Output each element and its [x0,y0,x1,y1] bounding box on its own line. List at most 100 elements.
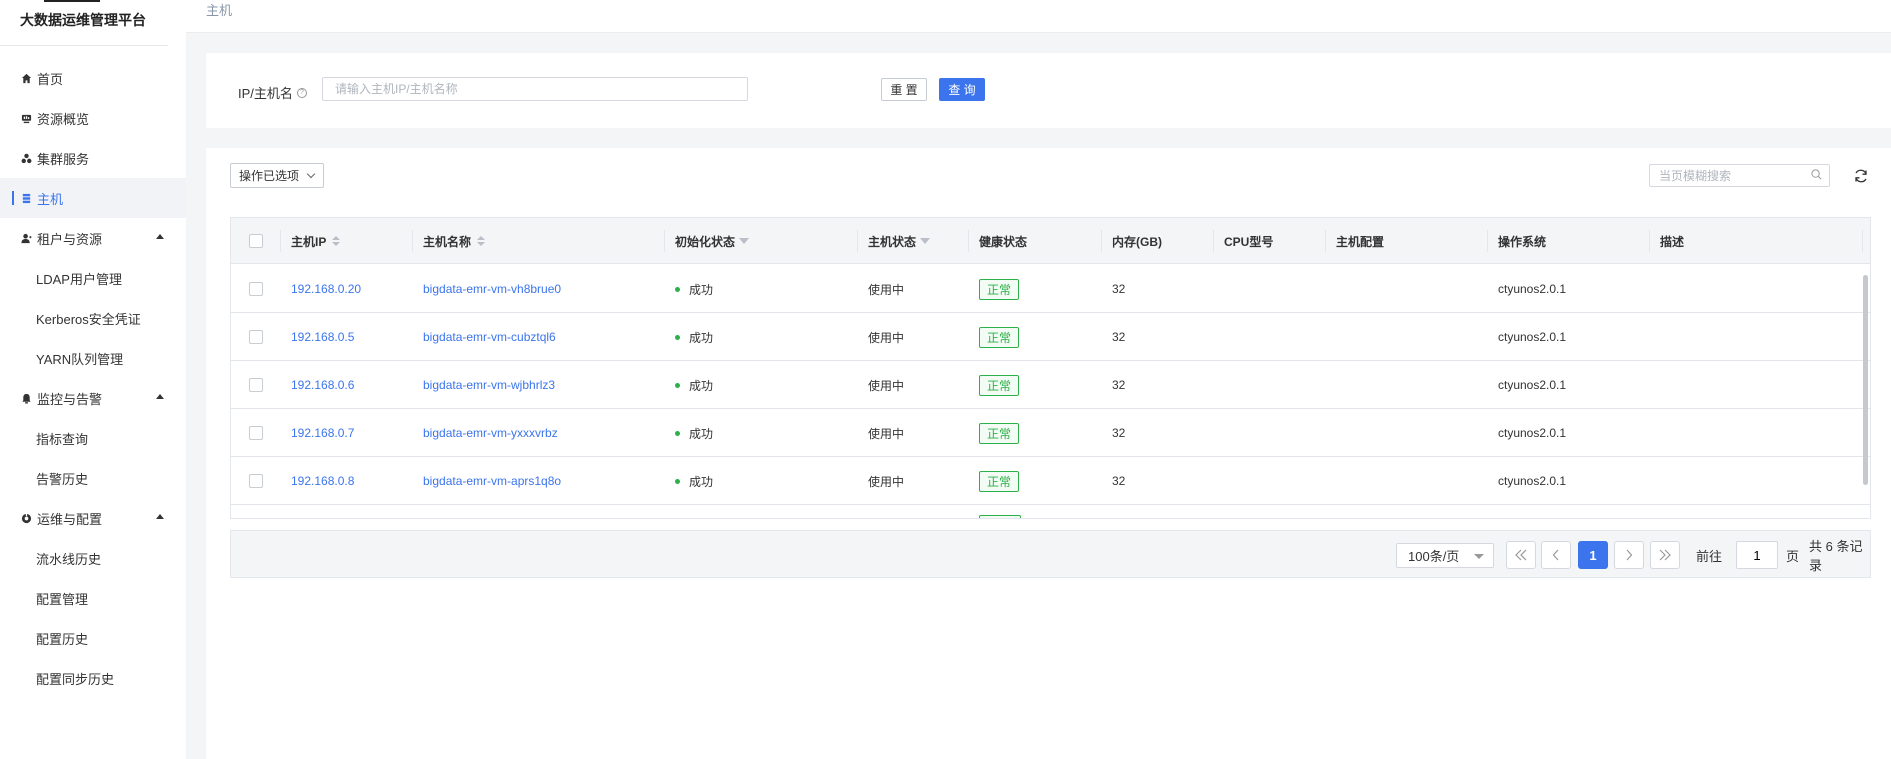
sidebar-item-pipeline-history[interactable]: 流水线历史 [0,538,186,578]
query-button[interactable]: 查 询 [939,78,985,101]
health-cell: 正常 [969,409,1020,457]
page-button-current[interactable]: 1 [1578,541,1608,569]
hostname-link[interactable]: bigdata-emr-vm-wjbhrlz3 [413,361,555,409]
init-status-text: 成功 [689,330,714,345]
host-status-cell: 使用中 [868,474,905,489]
sidebar-item-tenant-resource[interactable]: 租户与资源 [0,218,186,258]
column-header-label: 主机状态 [868,234,917,249]
host-ip-link[interactable]: 192.168.0.6 [281,361,354,409]
goto-page-input[interactable] [1736,541,1778,569]
row-checkbox[interactable] [249,282,263,296]
sidebar-item-label: 首页 [37,71,64,87]
row-checkbox[interactable] [249,378,263,392]
first-page-button[interactable] [1506,541,1536,569]
init-status-cell: 成功 [665,457,713,505]
sidebar-item-ldap-user[interactable]: LDAP用户管理 [0,258,186,298]
hostname-link[interactable]: bigdata-emr-vm-cubztql6 [413,313,556,361]
sidebar-item-kerberos[interactable]: Kerberos安全凭证 [0,298,186,338]
column-header-ip[interactable]: 主机IP [281,218,413,264]
sidebar-item-yarn-queue[interactable]: YARN队列管理 [0,338,186,378]
row-checkbox[interactable] [249,474,263,488]
column-header-init-status[interactable]: 初始化状态 [665,218,858,264]
page-size-select[interactable]: 100条/页 [1396,543,1494,568]
hostname-link[interactable]: bigdata-emr-vm-yxxxvrbz [413,409,558,457]
sidebar-item-metric-query[interactable]: 指标查询 [0,418,186,458]
memory-cell: 32 [1112,426,1126,440]
table-row: 192.168.0.6 bigdata-emr-vm-wjbhrlz3 成功 使… [231,361,1870,409]
caret-down-icon [1474,554,1484,559]
batch-ops-select[interactable]: 操作已选项 [230,163,324,188]
host-status-cell: 使用中 [868,282,905,297]
host-ip-link[interactable]: 192.168.0.5 [281,313,354,361]
help-icon[interactable]: ? [296,87,307,98]
prev-page-button[interactable] [1541,541,1571,569]
success-dot-icon [675,382,680,388]
health-badge: 正常 [979,470,1020,492]
column-header-label: 健康状态 [979,234,1028,249]
cpu-cell [1214,457,1224,505]
column-header-hostname[interactable]: 主机名称 [413,218,665,264]
host-ip-link[interactable]: 192.168.0.8 [281,457,354,505]
os-cell: ctyunos2.0.1 [1498,426,1567,440]
column-header-os: 操作系统 [1488,218,1650,264]
scrollbar-thumb[interactable] [1863,275,1868,485]
refresh-icon[interactable] [1853,168,1869,184]
sidebar-item-label: 配置同步历史 [36,671,115,687]
filter-icon[interactable] [920,238,931,244]
sidebar-item-alarm-history[interactable]: 告警历史 [0,458,186,498]
column-header-label: 主机名称 [423,234,472,249]
sidebar-item-home[interactable]: 首页 [0,58,186,98]
search-label: IP/主机名 ? [238,83,307,102]
health-cell: 正常 [969,265,1020,313]
table-scrollbar[interactable] [1863,265,1869,518]
sort-icon[interactable] [477,236,486,246]
sidebar-item-monitor-alarm[interactable]: 监控与告警 [0,378,186,418]
select-all-checkbox[interactable] [249,234,263,248]
column-header-label: 描述 [1660,234,1685,249]
host-search-input[interactable] [322,77,748,101]
batch-ops-label: 操作已选项 [239,169,300,183]
sidebar-item-config-manage[interactable]: 配置管理 [0,578,186,618]
sidebar-item-label: 租户与资源 [37,231,103,247]
last-page-button[interactable] [1650,541,1680,569]
init-status-cell: 成功 [665,361,713,409]
reset-button[interactable]: 重 置 [881,78,927,101]
sidebar-item-label: 监控与告警 [37,391,103,407]
sort-icon[interactable] [332,236,341,246]
host-ip-link[interactable]: 192.168.0.7 [281,409,354,457]
sidebar-item-host[interactable]: 主机 [0,178,186,218]
sidebar: 大数据运维管理平台 首页 资源概览 集群服务 主机 租户与资源 LDAP用户管理… [0,0,186,759]
cpu-cell [1214,265,1224,313]
sidebar-item-resource-overview[interactable]: 资源概览 [0,98,186,138]
desc-cell [1650,457,1660,505]
row-select-cell [231,457,281,505]
sidebar-item-config-sync-history[interactable]: 配置同步历史 [0,658,186,698]
goto-prefix: 前往 [1696,548,1723,564]
column-header-host-status[interactable]: 主机状态 [858,218,969,264]
config-cell [1326,457,1336,505]
filter-icon[interactable] [739,238,750,244]
pagination: 100条/页 1 前往 页 共 6 条记录 [230,530,1871,578]
config-cell [1326,265,1336,313]
hostname-link[interactable]: bigdata-emr-vm-vh8brue0 [413,265,561,313]
sidebar-item-config-history[interactable]: 配置历史 [0,618,186,658]
health-badge: 正常 [979,326,1020,348]
hostname-link[interactable]: bigdata-emr-vm-aprs1q8o [413,457,561,505]
search-icon[interactable] [1811,169,1822,180]
init-status-text: 成功 [689,378,714,393]
table-row: 192.168.0.7 bigdata-emr-vm-yxxxvrbz 成功 使… [231,409,1870,457]
os-cell: ctyunos2.0.1 [1498,474,1567,488]
bell-icon [20,392,32,404]
sidebar-item-ops-config[interactable]: 运维与配置 [0,498,186,538]
page-search-input[interactable] [1649,164,1830,187]
cpu-cell [1214,409,1224,457]
row-checkbox[interactable] [249,426,263,440]
column-header-label: CPU型号 [1224,234,1274,249]
column-header-label: 主机IP [291,234,327,249]
sidebar-item-label: 配置管理 [36,591,89,607]
row-checkbox[interactable] [249,330,263,344]
sidebar-item-cluster-service[interactable]: 集群服务 [0,138,186,178]
total-records: 共 6 条记录 [1809,539,1863,573]
host-ip-link[interactable]: 192.168.0.20 [281,265,361,313]
next-page-button[interactable] [1614,541,1644,569]
